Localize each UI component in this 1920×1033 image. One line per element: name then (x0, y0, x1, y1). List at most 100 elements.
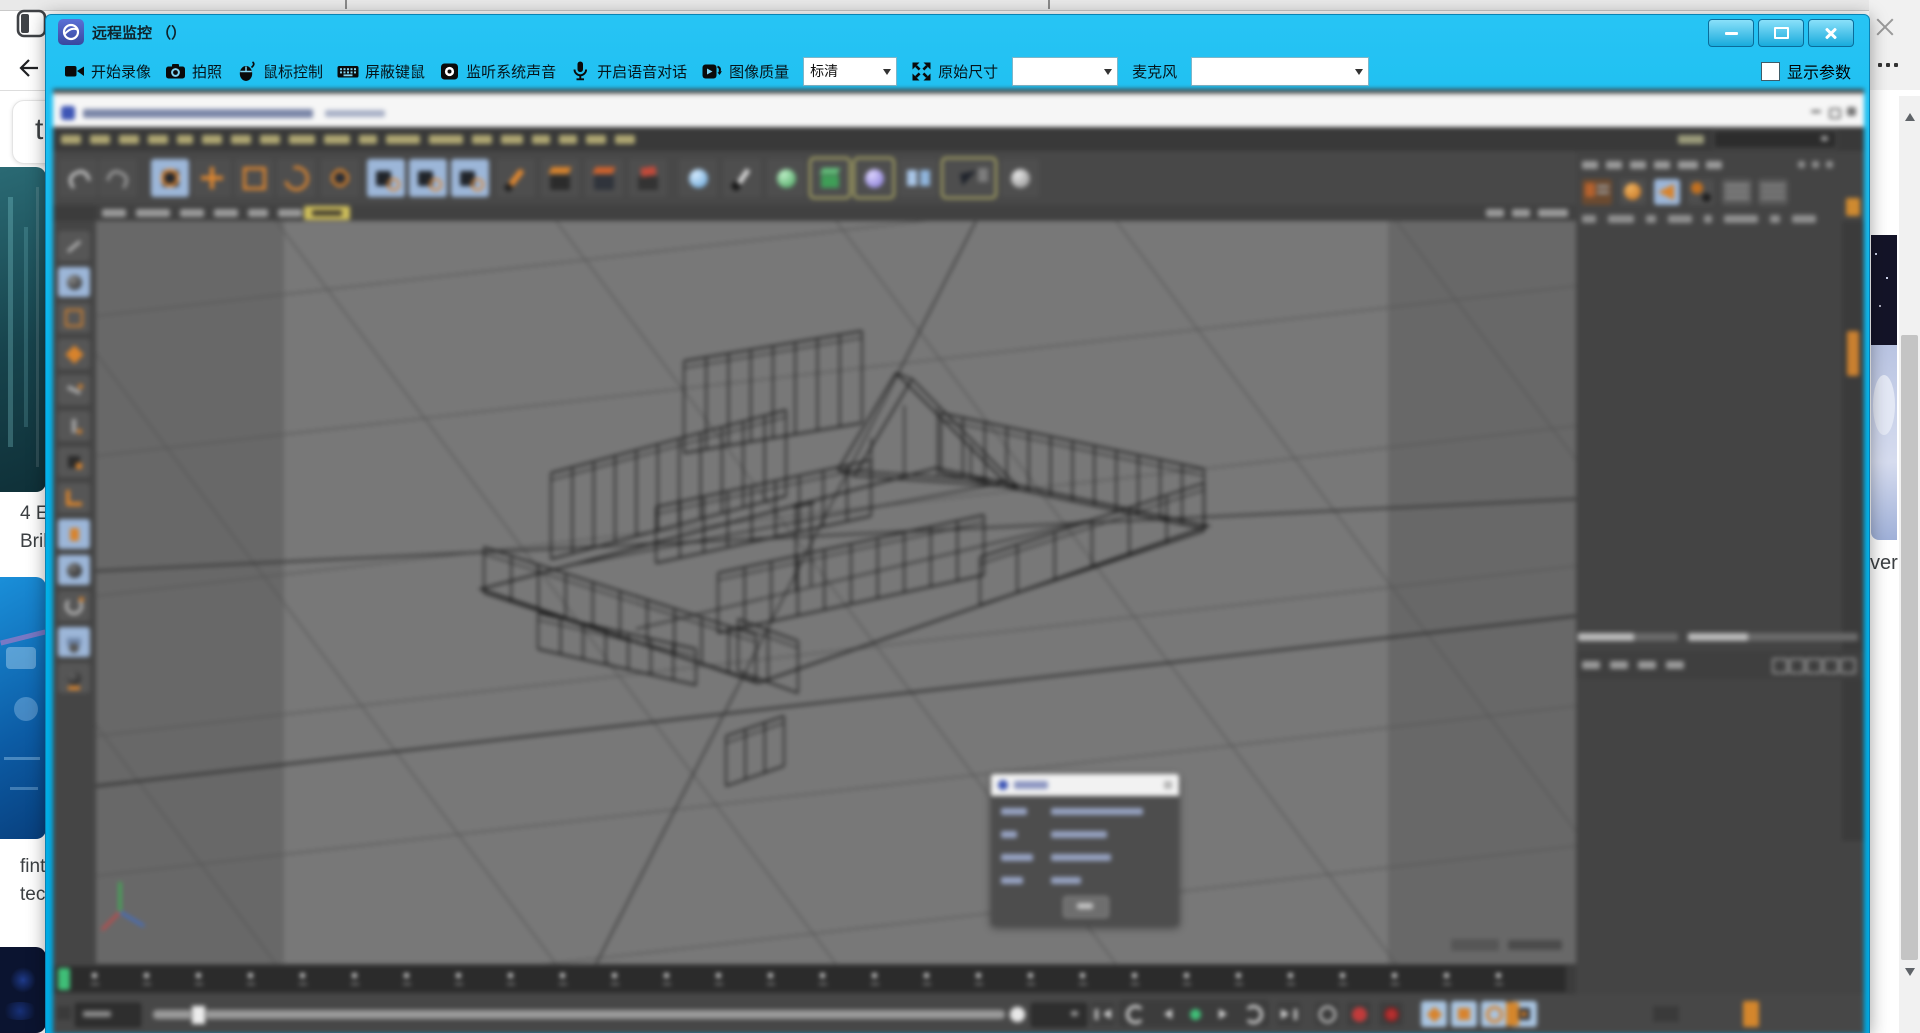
blurred-ui-element (1654, 161, 1670, 169)
blurred-ui-element (1704, 215, 1712, 223)
minimize-button[interactable] (1708, 19, 1754, 47)
blurred-ui-element (559, 135, 577, 144)
prev-frame-button (1153, 1002, 1177, 1026)
blurred-ui-element (615, 135, 635, 144)
blurred-ui-element (429, 135, 463, 144)
viewport-frame-label (1508, 940, 1562, 950)
blurred-ui-element (1654, 179, 1680, 205)
blurred-ui-element (99, 159, 137, 197)
browser-sidebar-icon[interactable] (16, 9, 48, 39)
blurred-ui-element (1288, 973, 1293, 978)
blurred-ui-element (1610, 661, 1628, 669)
blurred-ui-element (612, 973, 617, 978)
browser-toolbar-fragment (1869, 0, 1920, 90)
blurred-ui-element (351, 983, 359, 985)
blurred-ui-element (1638, 661, 1656, 669)
blurred-ui-element (1392, 973, 1397, 978)
checkbox-icon (1761, 62, 1780, 81)
blurred-ui-element (312, 210, 342, 216)
show-params-toggle[interactable]: 显示参数 (1761, 59, 1851, 83)
result-title-line: Bril (20, 531, 47, 553)
image-quality-select[interactable]: 标清 (803, 57, 897, 86)
back-arrow-icon[interactable] (16, 52, 48, 84)
video-camera-icon (64, 61, 85, 82)
play-button (1183, 1002, 1207, 1026)
dropdown-arrow-icon (878, 58, 896, 85)
blurred-ui-element (260, 135, 280, 144)
blurred-ui-element (1706, 161, 1722, 169)
minimize-icon (1725, 32, 1738, 35)
close-button[interactable] (1808, 19, 1854, 47)
voice-chat-button[interactable]: 开启语音对话 (570, 60, 687, 82)
blurred-ui-element (1772, 658, 1788, 674)
c4d-timeline (56, 966, 1566, 992)
blurred-ui-element (59, 159, 97, 197)
blurred-ui-element (541, 159, 579, 197)
blurred-ui-element (1678, 135, 1704, 144)
blurred-ui-element (872, 973, 877, 978)
record-button (1315, 1002, 1339, 1026)
blurred-ui-element (1847, 107, 1856, 116)
close-icon[interactable] (1874, 16, 1896, 38)
result-thumbnail[interactable] (1871, 235, 1897, 540)
blurred-ui-element (1798, 161, 1805, 168)
size-select[interactable] (1012, 57, 1118, 86)
start-recording-button[interactable]: 开始录像 (64, 61, 151, 82)
blurred-ui-element (1606, 161, 1622, 169)
blurred-ui-element (1287, 983, 1295, 985)
blurred-ui-element (1758, 179, 1788, 205)
remote-window-title: 远程监控 （） (92, 22, 186, 43)
image-quality-icon (701, 61, 723, 82)
panel-edge-strip (1842, 221, 1864, 841)
panel-tab-orange (1847, 331, 1859, 376)
blurred-ui-element (1792, 215, 1816, 223)
blurred-ui-element (1131, 983, 1139, 985)
camera-icon (165, 61, 186, 82)
blurred-ui-element (532, 135, 550, 144)
result-thumbnail[interactable] (0, 947, 46, 1033)
microphone-select[interactable] (1191, 57, 1369, 86)
blurred-ui-element (1538, 209, 1568, 217)
listen-system-sound-button[interactable]: 监听系统声音 (439, 61, 556, 82)
blurred-ui-element (180, 209, 204, 217)
close-icon (1824, 26, 1838, 40)
blurred-ui-element (102, 209, 126, 217)
blurred-ui-element (586, 135, 606, 144)
more-options-icon[interactable] (1886, 63, 1890, 67)
next-frame-button (1213, 1002, 1237, 1026)
result-thumbnail[interactable] (0, 167, 46, 492)
scroll-up-icon[interactable] (1905, 108, 1915, 121)
screen: t 4 E Bril fint tec ver (0, 0, 1920, 1033)
c4d-bottom-bar (53, 994, 1864, 1033)
blurred-ui-element (248, 209, 268, 217)
more-options-icon[interactable] (1878, 63, 1882, 67)
blurred-ui-element (1668, 215, 1692, 223)
blurred-ui-element (1821, 136, 1828, 141)
blurred-ui-element (202, 135, 222, 144)
blurred-ui-element (1770, 215, 1780, 223)
maximize-button[interactable] (1758, 19, 1804, 47)
system-sound-icon (439, 61, 460, 82)
blurred-ui-element (289, 135, 315, 144)
remote-desktop-feed[interactable] (53, 89, 1864, 1033)
scroll-down-icon[interactable] (1905, 968, 1915, 981)
block-input-button[interactable]: 屏蔽键鼠 (337, 61, 425, 82)
blurred-ui-element (277, 159, 315, 197)
blurred-ui-element (231, 135, 251, 144)
mouse-control-button[interactable]: 鼠标控制 (236, 61, 323, 82)
blurred-ui-element (663, 983, 671, 985)
take-photo-button[interactable]: 拍照 (165, 61, 222, 82)
blurred-ui-element (820, 973, 825, 978)
result-thumbnail[interactable] (0, 577, 46, 839)
tab-divider (1048, 0, 1050, 9)
blurred-ui-element (899, 159, 937, 197)
blurred-ui-element (1079, 983, 1087, 985)
blurred-ui-element (1578, 633, 1634, 641)
more-options-icon[interactable] (1894, 63, 1898, 67)
panel-tab-orange (1846, 198, 1860, 216)
remote-window-titlebar[interactable]: 远程监控 （） (46, 15, 1869, 49)
blurred-ui-element (58, 663, 90, 693)
blurred-ui-element (359, 135, 377, 144)
scrollbar-thumb[interactable] (1901, 335, 1918, 960)
blurred-ui-element (1620, 179, 1646, 205)
